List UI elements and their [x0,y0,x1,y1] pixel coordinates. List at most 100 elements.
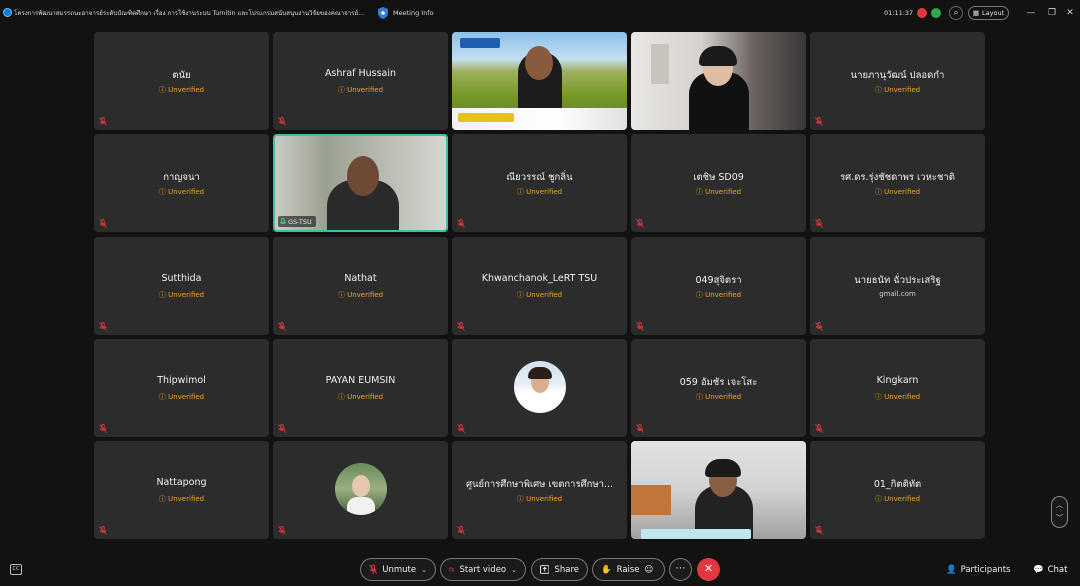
participant-status-text: Unverified [347,86,384,94]
minimize-icon[interactable]: — [1025,7,1037,19]
participant-status-text: Unverified [705,291,742,299]
participant-tile[interactable]: Thipwimol ⓘ Unverified [94,339,269,437]
info-icon: ⓘ [695,291,703,299]
participant-status-text: Unverified [168,495,205,503]
mic-muted-icon [99,424,107,433]
participant-status-text: gmail.com [879,290,916,298]
start-video-button[interactable]: Start video ⌄ [440,558,526,581]
participant-status: ⓘ Unverified [273,290,448,300]
video-off-icon [449,567,455,572]
participant-tile[interactable]: Nathat ⓘ Unverified [273,237,448,335]
more-options-button[interactable]: ⋯ [669,558,692,581]
chevron-up-icon[interactable]: ︿ [1052,500,1067,510]
participant-tile[interactable]: 01_กิตติทัต ⓘ Unverified [810,441,985,539]
captions-icon[interactable]: CC [10,564,22,575]
participant-tile[interactable]: Nattapong ⓘ Unverified [94,441,269,539]
restore-icon[interactable]: ❐ [1046,7,1058,19]
participant-tile[interactable]: ศูนย์การศึกษาพิเศษ เขตการศึกษา... ⓘ Unver… [452,441,627,539]
participant-status: ⓘ Unverified [94,187,269,197]
participant-tile[interactable]: กาญจนา ⓘ Unverified [94,134,269,232]
raise-hand-button[interactable]: ✋ Raise ☺ [592,558,665,581]
participant-name: PAYAN EUMSIN [325,375,396,386]
participant-tile[interactable]: Khwanchanok_LeRT TSU ⓘ Unverified [452,237,627,335]
participant-tile[interactable]: เตชิษ SD09 ⓘ Unverified [631,134,806,232]
info-icon: ⓘ [158,495,166,503]
webex-logo-icon [3,8,12,17]
participant-tile[interactable]: GS-TSU [273,134,448,232]
info-icon: ⓘ [158,393,166,401]
participant-status-text: Unverified [168,291,205,299]
chevron-down-icon[interactable]: ⌄ [421,566,427,574]
share-icon [540,565,550,574]
info-icon: ⓘ [158,188,166,196]
participant-name: Khwanchanok_LeRT TSU [481,273,598,284]
participant-tile[interactable]: Sutthida ⓘ Unverified [94,237,269,335]
security-status-icon[interactable] [931,8,941,18]
grid-icon: ▦ [972,9,980,17]
participant-tile[interactable] [273,441,448,539]
participant-tile[interactable]: ณียวรรณ์ ชูกลิ่น ⓘ Unverified [452,134,627,232]
mic-muted-icon [457,424,465,433]
participant-status-text: Unverified [168,86,205,94]
participant-name: GS-TSU [288,217,312,226]
participant-status-text: Unverified [705,393,742,401]
participant-tile[interactable]: Ashraf Hussain ⓘ Unverified [273,32,448,130]
participant-tile[interactable]: ตนัย ⓘ Unverified [94,32,269,130]
participant-status-text: Unverified [884,188,921,196]
raise-label: Raise [616,564,640,575]
chevron-down-icon[interactable]: ⌄ [511,566,517,574]
layout-button[interactable]: ▦ Layout [968,6,1009,20]
participant-name: นายธนัท ฉั่วประเสริฐ [854,275,941,286]
recording-icon[interactable] [917,8,927,18]
chevron-down-icon[interactable]: ﹀ [1052,513,1067,523]
info-icon: ⓘ [337,86,345,94]
participant-tile[interactable] [631,32,806,130]
mic-muted-icon [278,424,286,433]
participant-status: ⓘ Unverified [810,85,985,95]
share-label: Share [554,564,579,575]
participant-tile[interactable]: รศ.ดร.รุ่งชัชดาพร เวหะชาติ ⓘ Unverified [810,134,985,232]
participant-status: ⓘ Unverified [94,85,269,95]
participant-name: ตนัย [172,70,191,81]
unmute-button[interactable]: Unmute ⌄ [360,558,436,581]
chat-icon: 💬 [1033,565,1044,575]
participant-video [631,32,806,130]
participant-status: ⓘ Unverified [810,392,985,402]
participant-tile[interactable]: นายภานุวัฒน์ ปลอดกำ ⓘ Unverified [810,32,985,130]
participant-tile[interactable]: 059 อัมชัร เจะโสะ ⓘ Unverified [631,339,806,437]
share-button[interactable]: Share [531,558,588,581]
info-icon: ⓘ [337,393,345,401]
participants-button[interactable]: 👤 Participants [946,563,1011,577]
shield-icon[interactable] [378,7,388,19]
participant-name: Ashraf Hussain [324,68,397,79]
participant-name: 059 อัมชัร เจะโสะ [679,377,758,388]
participant-tile[interactable] [631,441,806,539]
participant-tile[interactable]: 049สุจิตรา ⓘ Unverified [631,237,806,335]
mic-muted-icon [278,526,286,535]
participant-name: ณียวรรณ์ ชูกลิ่น [506,172,573,183]
participant-tile[interactable]: Kingkarn ⓘ Unverified [810,339,985,437]
participant-tile[interactable]: นายธนัท ฉั่วประเสริฐ gmail.com [810,237,985,335]
meeting-info-link[interactable]: Meeting Info [393,9,434,17]
participant-avatar [514,361,566,413]
mic-muted-icon [815,322,823,331]
participant-tile[interactable] [452,32,627,130]
person-icon: 👤 [946,565,957,575]
participant-name: Sutthida [161,273,202,284]
title-bar: โครงการพัฒนาสมรรถนะอาจารย์ระดับบัณฑิตศึก… [0,0,1080,27]
unmute-label: Unmute [382,564,417,575]
reactions-icon[interactable]: ☺ [645,565,654,575]
participant-tile[interactable]: PAYAN EUMSIN ⓘ Unverified [273,339,448,437]
participant-tile[interactable] [452,339,627,437]
zoom-icon[interactable]: ⌕ [949,6,963,20]
participant-name: 049สุจิตรา [695,275,742,286]
leave-meeting-button[interactable]: ✕ [697,558,720,581]
close-icon[interactable]: ✕ [1064,7,1076,19]
participant-status: ⓘ Unverified [94,392,269,402]
chat-button[interactable]: 💬 Chat [1033,563,1067,577]
participant-name-label: GS-TSU [278,216,316,227]
mic-muted-icon [278,117,286,126]
grid-scroll-control[interactable]: ︿ ﹀ [1051,496,1068,528]
mic-muted-icon [457,526,465,535]
participant-name: Nathat [344,273,377,284]
